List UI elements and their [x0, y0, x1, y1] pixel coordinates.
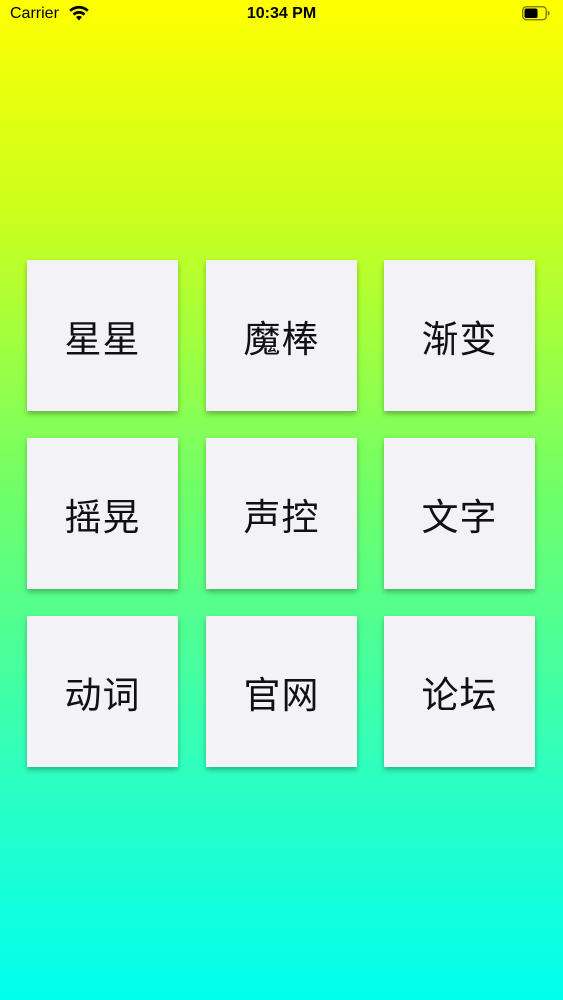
menu-tile-verbs[interactable]: 动词 — [27, 616, 178, 767]
menu-tile-text[interactable]: 文字 — [384, 438, 535, 589]
menu-tile-label: 星星 — [64, 317, 141, 361]
menu-tile-label: 官网 — [243, 673, 320, 717]
menu-tile-official-site[interactable]: 官网 — [206, 616, 357, 767]
menu-tile-stars[interactable]: 星星 — [27, 260, 178, 411]
menu-tile-label: 摇晃 — [64, 495, 141, 539]
menu-tile-shake[interactable]: 摇晃 — [27, 438, 178, 589]
menu-tile-label: 文字 — [421, 495, 498, 539]
menu-tile-label: 声控 — [243, 495, 320, 539]
menu-tile-label: 论坛 — [421, 673, 498, 717]
menu-grid: 星星 魔棒 渐变 摇晃 声控 文字 动词 官网 论坛 — [27, 260, 537, 770]
menu-tile-label: 渐变 — [421, 317, 498, 361]
status-time: 10:34 PM — [246, 5, 317, 22]
menu-tile-voice-control[interactable]: 声控 — [206, 438, 357, 589]
menu-tile-gradient[interactable]: 渐变 — [384, 260, 535, 411]
menu-tile-label: 动词 — [64, 673, 141, 717]
menu-tile-forum[interactable]: 论坛 — [384, 616, 535, 767]
menu-tile-label: 魔棒 — [243, 317, 320, 361]
menu-tile-magic-wand[interactable]: 魔棒 — [206, 260, 357, 411]
status-bar: Carrier 10:34 PM — [0, 0, 563, 30]
battery-icon — [522, 6, 550, 21]
